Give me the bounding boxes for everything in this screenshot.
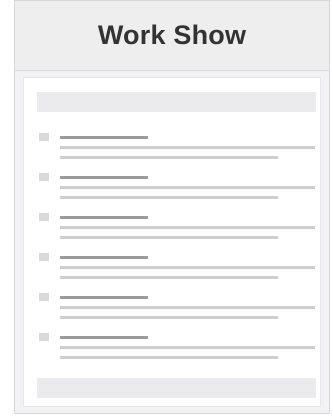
item-text-placeholder <box>60 266 315 269</box>
item-text-placeholder <box>60 146 315 149</box>
item-text-placeholder <box>60 186 315 189</box>
item-text-placeholder <box>60 196 278 199</box>
list-bullet <box>39 173 49 181</box>
list-item <box>39 333 315 363</box>
item-text-placeholder <box>60 236 278 239</box>
item-text-placeholder <box>60 316 278 319</box>
work-show-card: Work Show <box>14 0 330 414</box>
item-heading-placeholder <box>60 176 148 179</box>
list-bullet <box>39 293 49 301</box>
item-heading-placeholder <box>60 256 148 259</box>
item-heading-placeholder <box>60 336 148 339</box>
card-title: Work Show <box>97 20 247 50</box>
list-item <box>39 173 315 203</box>
card-body <box>23 77 321 407</box>
list-bullet <box>39 213 49 221</box>
bottom-placeholder-bar <box>37 378 316 398</box>
list-bullet <box>39 253 49 261</box>
list-item <box>39 133 315 163</box>
list-item <box>39 253 315 283</box>
list-item <box>39 213 315 243</box>
card-header: Work Show <box>15 1 329 71</box>
item-text-placeholder <box>60 356 278 359</box>
item-heading-placeholder <box>60 296 148 299</box>
top-placeholder-bar <box>37 92 316 112</box>
item-text-placeholder <box>60 346 315 349</box>
list-bullet <box>39 133 49 141</box>
item-text-placeholder <box>60 226 315 229</box>
item-text-placeholder <box>60 276 278 279</box>
list-item <box>39 293 315 323</box>
item-text-placeholder <box>60 306 315 309</box>
item-heading-placeholder <box>60 136 148 139</box>
item-heading-placeholder <box>60 216 148 219</box>
list-bullet <box>39 333 49 341</box>
item-text-placeholder <box>60 156 278 159</box>
